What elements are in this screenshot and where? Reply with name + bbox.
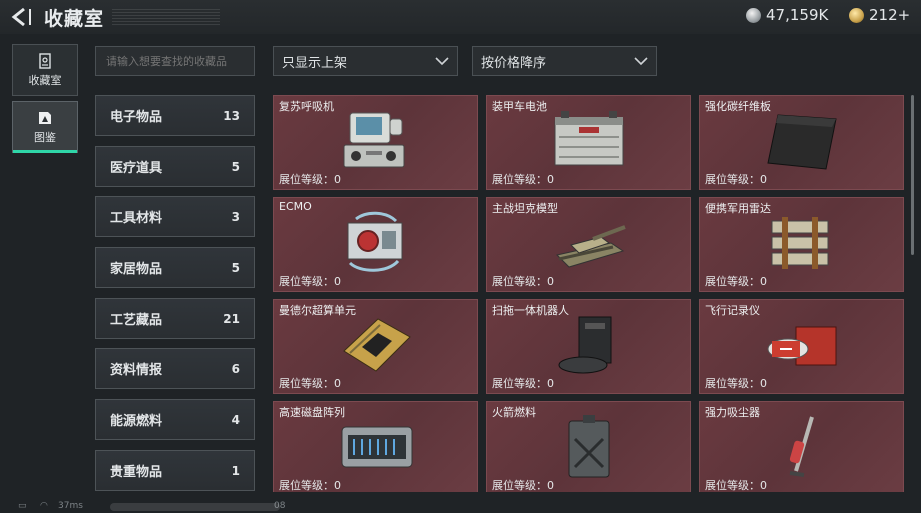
- category-count: 13: [223, 108, 240, 123]
- item-grid: 复苏呼吸机 展位等级：0 装甲车电池 展位等级：0 强化碳纤维板 展位等级：0: [273, 95, 910, 492]
- robot-vacuum-icon: [558, 316, 611, 374]
- item-name: 强力吸尘器: [705, 406, 760, 419]
- ping-value: 37ms: [58, 501, 83, 511]
- item-card[interactable]: 强力吸尘器 展位等级：0: [699, 401, 904, 492]
- flight-recorder-icon: [767, 326, 836, 366]
- silver-coin-icon: [746, 7, 761, 23]
- disk-array-icon: [341, 426, 412, 468]
- radar-icon: [771, 217, 828, 269]
- search-input[interactable]: [95, 46, 255, 76]
- category-label: 资料情报: [110, 363, 163, 378]
- category-count: 3: [231, 209, 240, 224]
- item-card[interactable]: 复苏呼吸机 展位等级：0: [273, 95, 478, 190]
- item-level: 展位等级：0: [705, 377, 767, 390]
- item-name: 飞行记录仪: [705, 304, 760, 317]
- item-level: 展位等级：0: [279, 275, 341, 288]
- codex-icon: [39, 111, 51, 124]
- item-level: 展位等级：0: [492, 377, 554, 390]
- gold-coin-icon: [849, 7, 864, 23]
- category-intel[interactable]: 资料情报 6: [95, 348, 255, 389]
- item-level: 展位等级：0: [279, 377, 341, 390]
- category-valuables[interactable]: 贵重物品 1: [95, 450, 255, 491]
- item-card[interactable]: 曼德尔超算单元 展位等级：0: [273, 299, 478, 394]
- vehicle-battery-icon: [554, 111, 623, 166]
- category-label: 工艺藏品: [110, 313, 163, 328]
- ventilator-icon: [343, 112, 404, 168]
- category-label: 家居物品: [110, 262, 163, 277]
- title-decoration: [112, 9, 220, 25]
- sort-dropdown[interactable]: 按价格降序: [472, 46, 657, 76]
- item-level: 展位等级：0: [705, 479, 767, 492]
- item-level: 展位等级：0: [705, 275, 767, 288]
- category-electronics[interactable]: 电子物品 13: [95, 95, 255, 136]
- top-bar: 收藏室 47,159K 212+: [0, 0, 921, 34]
- nav-codex[interactable]: 图鉴: [12, 101, 78, 153]
- supercomputer-icon: [342, 318, 411, 372]
- nav-collection-room[interactable]: 收藏室: [12, 44, 78, 96]
- item-card[interactable]: 主战坦克模型 展位等级：0: [486, 197, 691, 292]
- silver-amount: 47,159K: [766, 6, 829, 24]
- display-filter-value: 只显示上架: [282, 55, 348, 71]
- category-count: 4: [231, 412, 240, 427]
- currency-gold[interactable]: 212+: [849, 6, 910, 24]
- item-card[interactable]: ECMO 展位等级：0: [273, 197, 478, 292]
- item-name: 装甲车电池: [492, 100, 547, 113]
- gold-amount: 212+: [869, 6, 911, 24]
- item-level: 展位等级：0: [279, 479, 341, 492]
- item-name: 复苏呼吸机: [279, 100, 334, 113]
- category-energy[interactable]: 能源燃料 4: [95, 399, 255, 440]
- item-name: 火箭燃料: [492, 406, 536, 419]
- collection-room-icon: [39, 52, 51, 69]
- wifi-icon: ◠: [40, 501, 48, 511]
- item-level: 展位等级：0: [492, 173, 554, 186]
- item-card[interactable]: 高速磁盘阵列 展位等级：0: [273, 401, 478, 492]
- item-level: 展位等级：0: [492, 275, 554, 288]
- nav-collection-room-label: 收藏室: [28, 73, 62, 87]
- category-tools[interactable]: 工具材料 3: [95, 196, 255, 237]
- item-card[interactable]: 火箭燃料 展位等级：0: [486, 401, 691, 492]
- category-crafts[interactable]: 工艺藏品 21: [95, 298, 255, 339]
- chevron-down-icon: [634, 56, 648, 65]
- item-level: 展位等级：0: [492, 479, 554, 492]
- category-household[interactable]: 家居物品 5: [95, 247, 255, 288]
- category-label: 能源燃料: [110, 414, 163, 429]
- back-arrow-icon[interactable]: [10, 7, 32, 27]
- battery-icon: ▭: [18, 501, 27, 511]
- category-count: 6: [231, 361, 240, 376]
- blurred-region: [110, 503, 280, 511]
- chevron-down-icon: [435, 56, 449, 65]
- category-count: 5: [231, 159, 240, 174]
- item-name: ECMO: [279, 200, 312, 213]
- item-level: 展位等级：0: [279, 173, 341, 186]
- item-level: 展位等级：0: [705, 173, 767, 186]
- item-card[interactable]: 飞行记录仪 展位等级：0: [699, 299, 904, 394]
- category-count: 1: [231, 463, 240, 478]
- category-count: 21: [223, 311, 240, 326]
- category-label: 电子物品: [110, 110, 163, 125]
- display-filter-dropdown[interactable]: 只显示上架: [273, 46, 458, 76]
- grid-scrollbar[interactable]: [911, 95, 914, 255]
- currency-silver[interactable]: 47,159K: [746, 6, 828, 24]
- carbon-plate-icon: [766, 114, 837, 170]
- category-label: 工具材料: [110, 211, 163, 226]
- vacuum-icon: [789, 416, 814, 477]
- item-card[interactable]: 扫拖一体机器人 展位等级：0: [486, 299, 691, 394]
- nav-codex-label: 图鉴: [34, 130, 56, 144]
- item-card[interactable]: 装甲车电池 展位等级：0: [486, 95, 691, 190]
- item-card[interactable]: 便携军用雷达 展位等级：0: [699, 197, 904, 292]
- page-title: 收藏室: [44, 8, 105, 30]
- tank-model-icon: [555, 225, 626, 268]
- category-medical[interactable]: 医疗道具 5: [95, 146, 255, 187]
- ecmo-icon: [347, 211, 402, 272]
- sort-value: 按价格降序: [481, 55, 547, 71]
- item-card[interactable]: 强化碳纤维板 展位等级：0: [699, 95, 904, 190]
- category-label: 贵重物品: [110, 465, 163, 480]
- category-count: 5: [231, 260, 240, 275]
- category-label: 医疗道具: [110, 161, 163, 176]
- fuel-can-icon: [568, 415, 609, 478]
